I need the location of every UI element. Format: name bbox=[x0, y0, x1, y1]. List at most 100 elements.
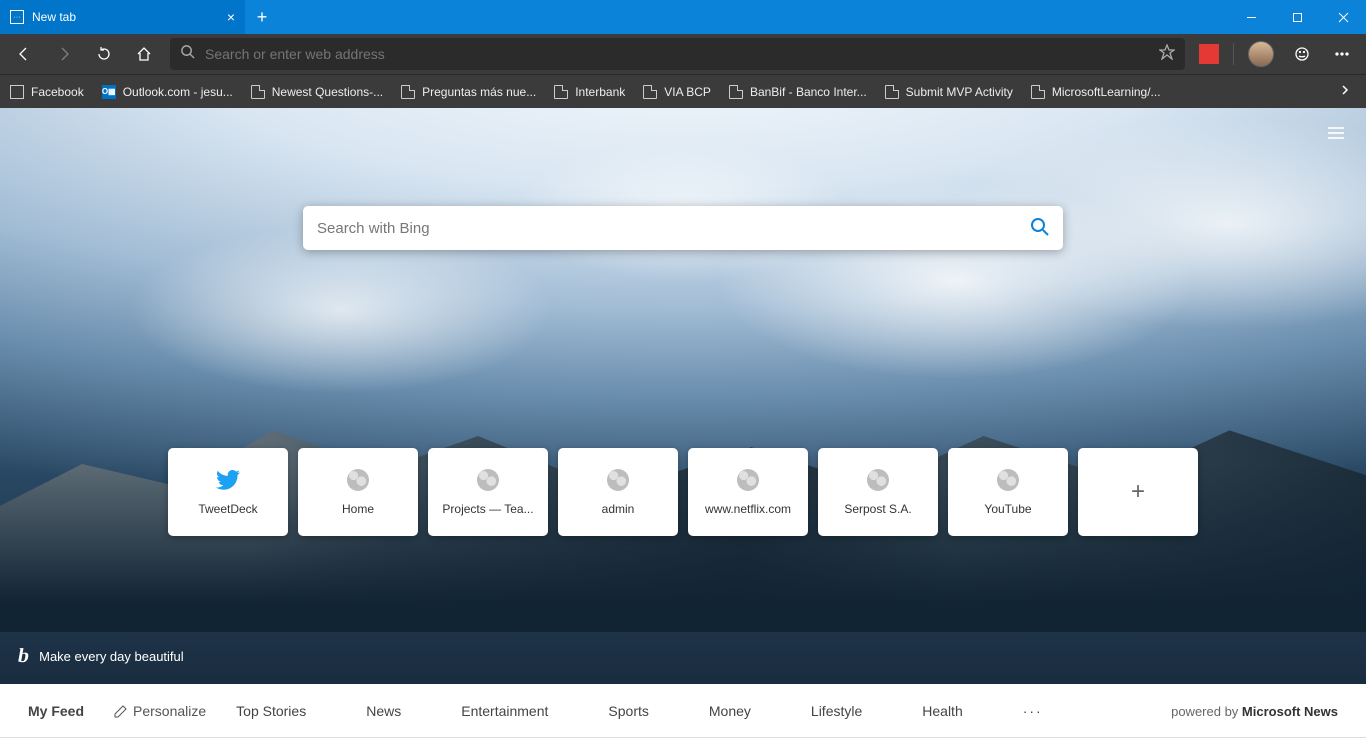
maximize-button[interactable] bbox=[1274, 0, 1320, 34]
browser-tab[interactable]: ··· New tab × bbox=[0, 0, 245, 34]
favorite-label: Submit MVP Activity bbox=[906, 85, 1013, 99]
ol-icon: O▦ bbox=[102, 85, 116, 99]
tile-label: Projects — Tea... bbox=[442, 502, 533, 516]
pg-icon bbox=[401, 85, 415, 99]
globe-icon bbox=[996, 468, 1020, 492]
tile-label: TweetDeck bbox=[198, 502, 257, 516]
plus-icon: + bbox=[1131, 478, 1145, 506]
twitter-icon bbox=[216, 468, 240, 492]
address-input[interactable] bbox=[205, 46, 1149, 62]
favorite-item[interactable]: O▦ Outlook.com - jesu... bbox=[98, 83, 237, 101]
quick-link-tile[interactable]: TweetDeck bbox=[168, 448, 288, 536]
feed-category[interactable]: Entertainment bbox=[461, 703, 548, 719]
tab-title: New tab bbox=[32, 10, 219, 24]
favorite-label: Interbank bbox=[575, 85, 625, 99]
minimize-button[interactable] bbox=[1228, 0, 1274, 34]
powered-brand: Microsoft News bbox=[1242, 704, 1338, 719]
favorite-label: VIA BCP bbox=[664, 85, 711, 99]
search-icon bbox=[180, 44, 195, 64]
favorite-item[interactable]: Submit MVP Activity bbox=[881, 83, 1017, 101]
pg-icon bbox=[1031, 85, 1045, 99]
back-button[interactable] bbox=[6, 38, 42, 70]
feed-category[interactable]: Money bbox=[709, 703, 751, 719]
favorite-item[interactable]: Interbank bbox=[550, 83, 629, 101]
add-quick-link-tile[interactable]: + bbox=[1078, 448, 1198, 536]
close-window-button[interactable] bbox=[1320, 0, 1366, 34]
pg-icon bbox=[643, 85, 657, 99]
personalize-label: Personalize bbox=[133, 703, 206, 719]
feed-category[interactable]: News bbox=[366, 703, 401, 719]
tab-favicon: ··· bbox=[10, 10, 24, 24]
forward-button[interactable] bbox=[46, 38, 82, 70]
favorite-label: BanBif - Banco Inter... bbox=[750, 85, 867, 99]
feed-personalize[interactable]: Personalize bbox=[114, 703, 206, 719]
feed-category[interactable]: Sports bbox=[608, 703, 648, 719]
favorites-overflow-icon[interactable] bbox=[1330, 83, 1360, 101]
bing-search-input[interactable] bbox=[317, 220, 1029, 237]
favorite-item[interactable]: MicrosoftLearning/... bbox=[1027, 83, 1165, 101]
bing-logo-icon: b bbox=[16, 645, 31, 668]
favorite-label: Outlook.com - jesu... bbox=[123, 85, 233, 99]
feed-category[interactable]: Lifestyle bbox=[811, 703, 862, 719]
caption-text: Make every day beautiful bbox=[39, 649, 184, 664]
search-icon[interactable] bbox=[1029, 216, 1049, 241]
powered-prefix: powered by bbox=[1171, 704, 1242, 719]
globe-icon bbox=[476, 468, 500, 492]
image-caption[interactable]: b Make every day beautiful bbox=[18, 645, 184, 668]
pg-icon bbox=[554, 85, 568, 99]
favorite-item[interactable]: BanBif - Banco Inter... bbox=[725, 83, 871, 101]
tile-label: Serpost S.A. bbox=[844, 502, 911, 516]
page-settings-button[interactable] bbox=[1326, 125, 1346, 146]
globe-icon bbox=[736, 468, 760, 492]
settings-menu-button[interactable] bbox=[1324, 38, 1360, 70]
feed-myfeed[interactable]: My Feed bbox=[28, 703, 84, 719]
separator bbox=[1233, 43, 1234, 65]
quick-link-tile[interactable]: Home bbox=[298, 448, 418, 536]
feed-category[interactable]: Health bbox=[922, 703, 962, 719]
feed-category[interactable]: Top Stories bbox=[236, 703, 306, 719]
favorite-label: Preguntas más nue... bbox=[422, 85, 536, 99]
address-bar[interactable] bbox=[170, 38, 1185, 70]
pg-icon bbox=[729, 85, 743, 99]
globe-icon bbox=[866, 468, 890, 492]
favorite-label: Facebook bbox=[31, 85, 84, 99]
favorite-item[interactable]: Newest Questions-... bbox=[247, 83, 387, 101]
extension-button[interactable] bbox=[1199, 44, 1219, 64]
fb-icon bbox=[10, 85, 24, 99]
pg-icon bbox=[251, 85, 265, 99]
title-bar: ··· New tab × + bbox=[0, 0, 1366, 34]
favorites-bar: Facebook O▦ Outlook.com - jesu... Newest Qu… bbox=[0, 74, 1366, 108]
globe-icon bbox=[346, 468, 370, 492]
quick-link-tile[interactable]: admin bbox=[558, 448, 678, 536]
new-tab-page: TweetDeck Home Projects — Tea... admin www.n… bbox=[0, 108, 1366, 684]
tab-close-icon[interactable]: × bbox=[227, 9, 235, 25]
favorite-label: MicrosoftLearning/... bbox=[1052, 85, 1161, 99]
quick-link-tile[interactable]: Serpost S.A. bbox=[818, 448, 938, 536]
bing-search-box[interactable] bbox=[303, 206, 1063, 250]
quick-links: TweetDeck Home Projects — Tea... admin www.n… bbox=[168, 448, 1198, 536]
feed-bar: My Feed Personalize Top Stories News Enter… bbox=[0, 684, 1366, 738]
favorite-item[interactable]: VIA BCP bbox=[639, 83, 715, 101]
favorite-item[interactable]: Preguntas más nue... bbox=[397, 83, 540, 101]
tile-label: Home bbox=[342, 502, 374, 516]
quick-link-tile[interactable]: Projects — Tea... bbox=[428, 448, 548, 536]
pg-icon bbox=[885, 85, 899, 99]
toolbar bbox=[0, 34, 1366, 74]
feed-more-icon[interactable]: ··· bbox=[1023, 703, 1043, 719]
refresh-button[interactable] bbox=[86, 38, 122, 70]
profile-avatar[interactable] bbox=[1248, 41, 1274, 67]
tile-label: admin bbox=[602, 502, 635, 516]
feedback-smiley-icon[interactable] bbox=[1284, 38, 1320, 70]
favorite-star-icon[interactable] bbox=[1159, 44, 1175, 65]
quick-link-tile[interactable]: YouTube bbox=[948, 448, 1068, 536]
new-tab-button[interactable]: + bbox=[245, 7, 279, 28]
tile-label: YouTube bbox=[984, 502, 1031, 516]
tile-label: www.netflix.com bbox=[705, 502, 791, 516]
powered-by: powered by Microsoft News bbox=[1171, 704, 1338, 719]
window-controls bbox=[1228, 0, 1366, 34]
favorite-label: Newest Questions-... bbox=[272, 85, 383, 99]
home-button[interactable] bbox=[126, 38, 162, 70]
globe-icon bbox=[606, 468, 630, 492]
quick-link-tile[interactable]: www.netflix.com bbox=[688, 448, 808, 536]
favorite-item[interactable]: Facebook bbox=[6, 83, 88, 101]
